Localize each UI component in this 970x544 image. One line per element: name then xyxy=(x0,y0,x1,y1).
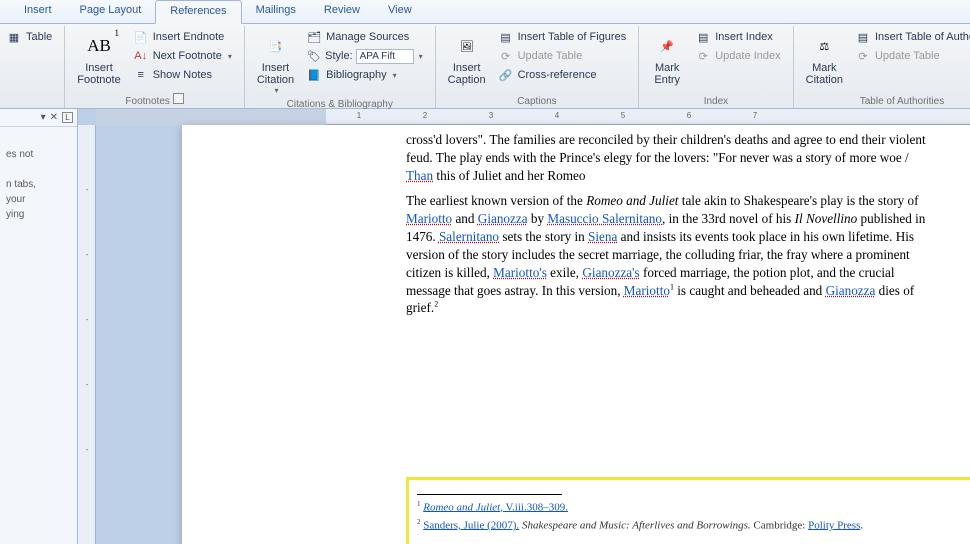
document-area: 1 2 3 4 5 6 7 - - - - - cross'd lovers".… xyxy=(78,109,970,544)
update-icon: ⟳ xyxy=(498,48,514,64)
vertical-ruler[interactable]: - - - - - xyxy=(78,125,96,544)
ribbon-tabs: Insert Page Layout References Mailings R… xyxy=(0,0,970,24)
footnote-icon: AB1 xyxy=(83,30,115,62)
mark-citation-button[interactable]: ⚖ Mark Citation xyxy=(802,28,847,88)
workspace: ▾ ✕ L es not n tabs, your ying 1 2 3 4 5… xyxy=(0,109,970,544)
cross-reference-button[interactable]: 🔗Cross-reference xyxy=(494,66,631,84)
horizontal-ruler[interactable]: 1 2 3 4 5 6 7 xyxy=(96,109,970,125)
group-label: Index xyxy=(647,94,784,107)
table-icon: ▦ xyxy=(6,29,22,45)
dialog-launcher-icon[interactable] xyxy=(173,93,184,104)
group-toc: ▦Table xyxy=(0,26,65,108)
table-button[interactable]: ▦Table xyxy=(2,28,56,46)
crossref-icon: 🔗 xyxy=(498,67,514,83)
ribbon: ▦Table AB1 Insert Footnote 📄Insert Endno… xyxy=(0,24,970,109)
group-captions: 🖼 Insert Caption ▤Insert Table of Figure… xyxy=(436,26,640,108)
endnote-icon: 📄 xyxy=(133,29,149,45)
insert-endnote-button[interactable]: 📄Insert Endnote xyxy=(129,28,236,46)
index-icon: ▤ xyxy=(695,29,711,45)
update-icon: ⟳ xyxy=(855,48,871,64)
pane-text: es not n tabs, your ying xyxy=(0,127,77,222)
footnotes-area: 1 Romeo and Juliet, V.iii.308–309. 2 San… xyxy=(406,477,970,544)
footnote-1: 1 Romeo and Juliet, V.iii.308–309. xyxy=(417,499,970,517)
group-toa: ⚖ Mark Citation ▤Insert Table of Authori… xyxy=(794,26,970,108)
bibliography-button[interactable]: 📘Bibliography▾ xyxy=(302,66,427,84)
mark-entry-button[interactable]: 📌 Mark Entry xyxy=(647,28,687,88)
paragraph: cross'd lovers". The families are reconc… xyxy=(406,131,926,184)
citation-icon: 📑 xyxy=(259,30,291,62)
update-icon: ⟳ xyxy=(695,48,711,64)
tab-mailings[interactable]: Mailings xyxy=(242,0,310,23)
chevron-down-icon: ▾ xyxy=(228,52,232,61)
update-index-button[interactable]: ⟳Update Index xyxy=(691,47,784,65)
tab-page-layout[interactable]: Page Layout xyxy=(66,0,156,23)
citation-style-select[interactable]: 🏷Style:APA Fift▾ xyxy=(302,47,427,65)
update-toa-button[interactable]: ⟳Update Table xyxy=(851,47,970,65)
chevron-down-icon: ▾ xyxy=(274,86,278,95)
tab-insert[interactable]: Insert xyxy=(10,0,66,23)
show-notes-button[interactable]: ≡Show Notes xyxy=(129,66,236,84)
mark-entry-icon: 📌 xyxy=(651,30,683,62)
insert-citation-button[interactable]: 📑 Insert Citation ▾ xyxy=(253,28,298,97)
group-label xyxy=(2,94,56,107)
document-page[interactable]: cross'd lovers". The families are reconc… xyxy=(182,125,970,544)
update-table-button[interactable]: ⟳Update Table xyxy=(494,47,631,65)
style-icon: 🏷 xyxy=(306,48,322,64)
tof-icon: ▤ xyxy=(498,29,514,45)
manage-sources-button[interactable]: 🗂Manage Sources xyxy=(302,28,427,46)
tab-view[interactable]: View xyxy=(374,0,426,23)
next-footnote-icon: A↓ xyxy=(133,48,149,64)
navigation-pane: ▾ ✕ L es not n tabs, your ying xyxy=(0,109,78,544)
insert-footnote-button[interactable]: AB1 Insert Footnote xyxy=(73,28,124,88)
view-button-icon[interactable]: L xyxy=(62,112,73,123)
tab-review[interactable]: Review xyxy=(310,0,374,23)
insert-caption-button[interactable]: 🖼 Insert Caption xyxy=(444,28,490,88)
insert-tof-button[interactable]: ▤Insert Table of Figures xyxy=(494,28,631,46)
group-index: 📌 Mark Entry ▤Insert Index ⟳Update Index… xyxy=(639,26,793,108)
group-label: Footnotes xyxy=(73,91,236,107)
group-citations: 📑 Insert Citation ▾ 🗂Manage Sources 🏷Sty… xyxy=(245,26,436,108)
insert-index-button[interactable]: ▤Insert Index xyxy=(691,28,784,46)
chevron-down-icon[interactable]: ▾ xyxy=(41,112,46,123)
tab-references[interactable]: References xyxy=(155,0,241,24)
footnote-separator xyxy=(417,494,562,495)
sources-icon: 🗂 xyxy=(306,29,322,45)
group-footnotes: AB1 Insert Footnote 📄Insert Endnote A↓Ne… xyxy=(65,26,245,108)
bibliography-icon: 📘 xyxy=(306,67,322,83)
next-footnote-button[interactable]: A↓Next Footnote▾ xyxy=(129,47,236,65)
toa-icon: ▤ xyxy=(855,29,871,45)
show-notes-icon: ≡ xyxy=(133,67,149,83)
insert-toa-button[interactable]: ▤Insert Table of Authorities xyxy=(851,28,970,46)
footnote-2: 2 Sanders, Julie (2007). Shakespeare and… xyxy=(417,517,970,535)
group-label: Captions xyxy=(444,94,631,107)
mark-citation-icon: ⚖ xyxy=(808,30,840,62)
group-label: Table of Authorities xyxy=(802,94,970,107)
chevron-down-icon: ▾ xyxy=(393,71,397,80)
caption-icon: 🖼 xyxy=(451,30,483,62)
close-icon[interactable]: ✕ xyxy=(50,112,58,123)
chevron-down-icon: ▾ xyxy=(419,52,423,61)
paragraph: The earliest known version of the Romeo … xyxy=(406,192,926,317)
